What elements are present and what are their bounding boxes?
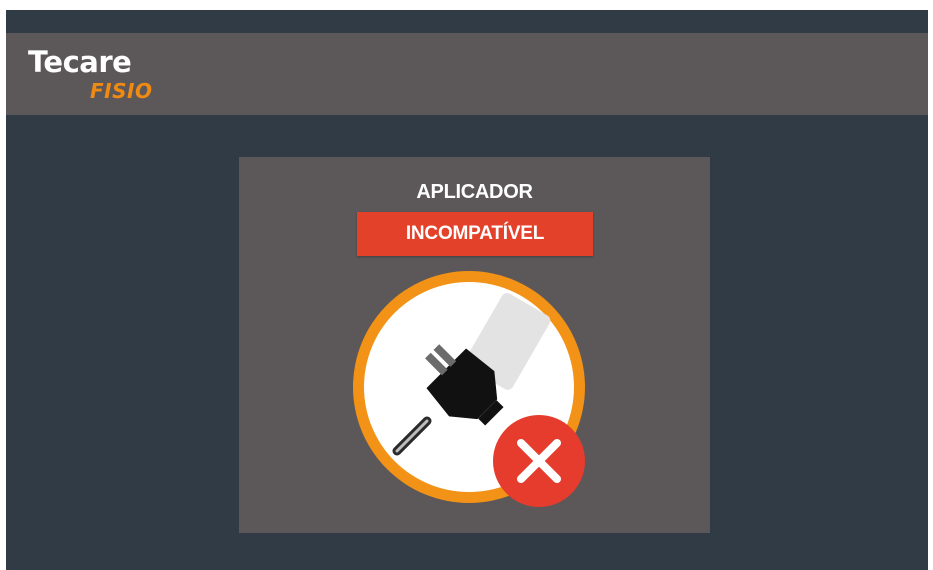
- applicator-illustration: [349, 271, 609, 521]
- device-screen: Tecare FISIO APLICADOR INCOMPATÍVEL: [6, 10, 928, 570]
- logo-sub-text: FISIO: [90, 79, 153, 103]
- unplugged-applicator-icon: [353, 271, 585, 507]
- panel-title: APLICADOR: [416, 181, 533, 203]
- tecare-fisio-logo: Tecare FISIO: [28, 44, 188, 108]
- close-icon: [493, 415, 585, 507]
- logo-main-text: Tecare: [28, 45, 132, 79]
- top-strip: [6, 10, 928, 33]
- incompatible-applicator-panel: APLICADOR INCOMPATÍVEL: [239, 157, 710, 533]
- header-bar: Tecare FISIO: [6, 33, 928, 115]
- status-badge: INCOMPATÍVEL: [357, 212, 593, 256]
